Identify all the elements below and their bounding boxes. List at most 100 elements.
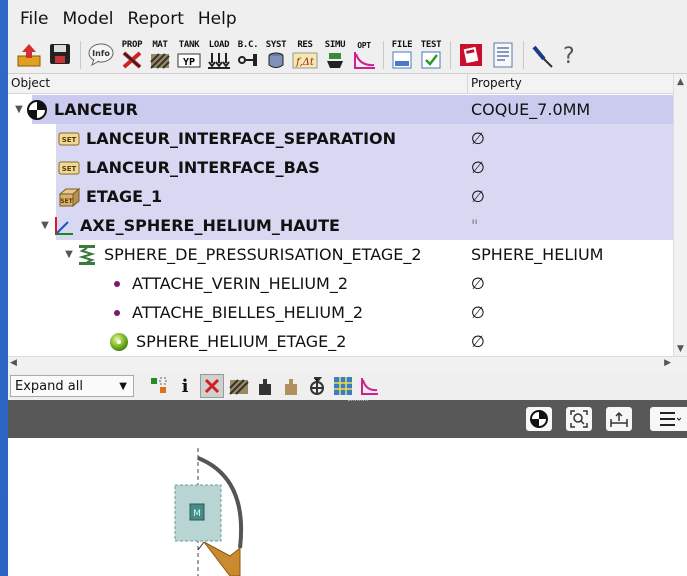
tree-property: SPHERE_HELIUM — [471, 245, 604, 264]
filter-mass-icon[interactable] — [254, 375, 276, 397]
tree-label: LANCEUR — [54, 100, 138, 119]
toolbar-separator — [383, 41, 384, 69]
tree-row-attache-bielles[interactable]: ATTACHE_BIELLES_HELIUM_2 ∅ — [8, 298, 674, 327]
filter-opt-icon[interactable] — [358, 375, 380, 397]
load-label: LOAD — [208, 40, 230, 50]
expand-arrow-icon[interactable]: ▼ — [38, 220, 52, 231]
tree-property: ∅ — [471, 274, 485, 293]
syst-button[interactable]: SYST — [265, 40, 287, 70]
prop-button[interactable]: PROP — [120, 40, 144, 70]
viewer-toolbar — [8, 400, 687, 438]
help-question-icon: ? — [563, 44, 575, 69]
tree-vertical-scrollbar[interactable]: ▲ ▼ — [673, 74, 687, 357]
tree-row-etage-1[interactable]: SET ETAGE_1 ∅ — [8, 182, 674, 211]
tree-label: ATTACHE_VERIN_HELIUM_2 — [132, 274, 349, 293]
simu-button[interactable]: SIMU — [323, 40, 347, 70]
tree-label: ATTACHE_BIELLES_HELIUM_2 — [132, 303, 364, 322]
document-button[interactable] — [490, 40, 516, 70]
scroll-down-arrow-icon[interactable]: ▼ — [674, 344, 687, 354]
res-label: RES — [297, 40, 313, 50]
tree-row-interface-separation[interactable]: SET LANCEUR_INTERFACE_SEPARATION ∅ — [8, 124, 674, 153]
system-cylinder-icon — [268, 52, 284, 68]
set-icon-text: SET — [62, 165, 77, 173]
tree-row-sphere-pressurisation[interactable]: ▼ SPHERE_DE_PRESSURISATION_ETAGE_2 SPHER… — [8, 240, 674, 269]
test-button[interactable]: TEST — [419, 40, 443, 70]
expand-arrow-icon[interactable]: ▼ — [12, 104, 26, 115]
tank-button[interactable]: TANK YP — [176, 40, 202, 70]
column-header-object[interactable]: Object — [8, 74, 468, 93]
bc-button[interactable]: B.C. — [236, 40, 260, 70]
file-button[interactable]: FILE — [390, 40, 414, 70]
center-of-mass-icon — [530, 410, 548, 428]
menu-model[interactable]: Model — [50, 9, 113, 29]
svg-text:YP: YP — [183, 57, 195, 68]
load-arrows-icon — [208, 53, 230, 69]
tree-row-sphere-helium-etage[interactable]: SPHERE_HELIUM_ETAGE_2 ∅ — [8, 327, 674, 356]
scroll-up-arrow-icon[interactable]: ▲ — [674, 77, 687, 87]
measure-button[interactable] — [606, 407, 632, 431]
center-view-button[interactable] — [526, 407, 552, 431]
tree-label: AXE_SPHERE_HELIUM_HAUTE — [80, 216, 340, 235]
save-button[interactable] — [47, 40, 73, 70]
tree-label: LANCEUR_INTERFACE_BAS — [86, 158, 320, 177]
expand-combo[interactable]: Expand all ▼ — [10, 375, 134, 397]
mat-label: MAT — [152, 40, 168, 50]
tree-horizontal-scrollbar[interactable]: ◀ ▶ — [8, 356, 687, 372]
zoom-fit-button[interactable] — [566, 407, 592, 431]
scroll-right-arrow-icon[interactable]: ▶ — [664, 358, 671, 368]
viewer-menu-button[interactable] — [650, 407, 687, 431]
import-button[interactable] — [16, 40, 42, 70]
mat-button[interactable]: MAT — [149, 40, 171, 70]
expand-arrow-icon[interactable]: ▼ — [62, 249, 76, 260]
info-button[interactable]: Info — [87, 40, 115, 70]
report-red-icon — [460, 44, 482, 66]
menu-report[interactable]: Report — [116, 9, 184, 29]
menu-file[interactable]: File — [8, 9, 48, 29]
filter-system-icon[interactable] — [306, 375, 328, 397]
menu-help[interactable]: Help — [186, 9, 237, 29]
tank-icon: YP — [177, 53, 201, 68]
tree-row-interface-bas[interactable]: SET LANCEUR_INTERFACE_BAS ∅ — [8, 153, 674, 182]
set-icon-text: SET — [62, 136, 77, 144]
screwdriver-icon — [532, 45, 553, 68]
tools-button[interactable] — [530, 40, 556, 70]
main-toolbar: Info PROP MAT TANK YP LOAD B.C. SYST RES — [8, 38, 687, 72]
tree-row-axe-sphere[interactable]: ▼ AXE_SPHERE_HELIUM_HAUTE " — [8, 211, 674, 240]
simu-label: SIMU — [324, 40, 346, 50]
floppy-disk-icon — [50, 44, 70, 64]
model-view: M — [174, 448, 243, 576]
opt-button[interactable]: OPT — [352, 40, 376, 70]
spring-icon — [76, 244, 98, 266]
column-header-property[interactable]: Property — [468, 74, 687, 93]
help-button[interactable]: ? — [561, 40, 577, 70]
info-button-label: Info — [92, 49, 110, 58]
load-button[interactable]: LOAD — [207, 40, 231, 70]
filter-mesh-icon[interactable] — [332, 375, 354, 397]
tree-row-attache-verin[interactable]: ATTACHE_VERIN_HELIUM_2 ∅ — [8, 269, 674, 298]
point-icon — [108, 273, 126, 295]
filter-info-icon[interactable]: i — [174, 375, 196, 397]
toolbar-separator — [80, 41, 81, 69]
tree-property: ∅ — [471, 187, 485, 206]
filter-tank-icon[interactable] — [280, 375, 302, 397]
splitter-handle[interactable] — [348, 400, 368, 404]
set-icon: SET — [58, 128, 80, 150]
filter-prop-icon[interactable] — [200, 374, 224, 398]
filter-set-icon[interactable] — [148, 375, 170, 397]
opt-label: OPT — [357, 41, 371, 50]
tree-filter-bar: Expand all ▼ i — [8, 372, 687, 400]
report-button[interactable] — [457, 40, 485, 70]
import-icon — [17, 44, 41, 67]
menu-bar: File Model Report Help — [8, 0, 687, 38]
res-button[interactable]: RES f,Δt — [292, 40, 318, 70]
set-icon-text: SET — [60, 198, 73, 205]
syst-label: SYST — [265, 40, 287, 50]
tree-property: COQUE_7.0MM — [471, 100, 591, 119]
sphere-icon — [108, 331, 130, 353]
filter-mat-icon[interactable] — [228, 375, 250, 397]
set-icon: SET — [58, 157, 80, 179]
3d-viewer-canvas[interactable]: M — [8, 438, 687, 576]
scroll-left-arrow-icon[interactable]: ◀ — [10, 358, 17, 368]
center-of-mass-icon — [26, 99, 48, 121]
expand-combo-value: Expand all — [15, 379, 83, 394]
